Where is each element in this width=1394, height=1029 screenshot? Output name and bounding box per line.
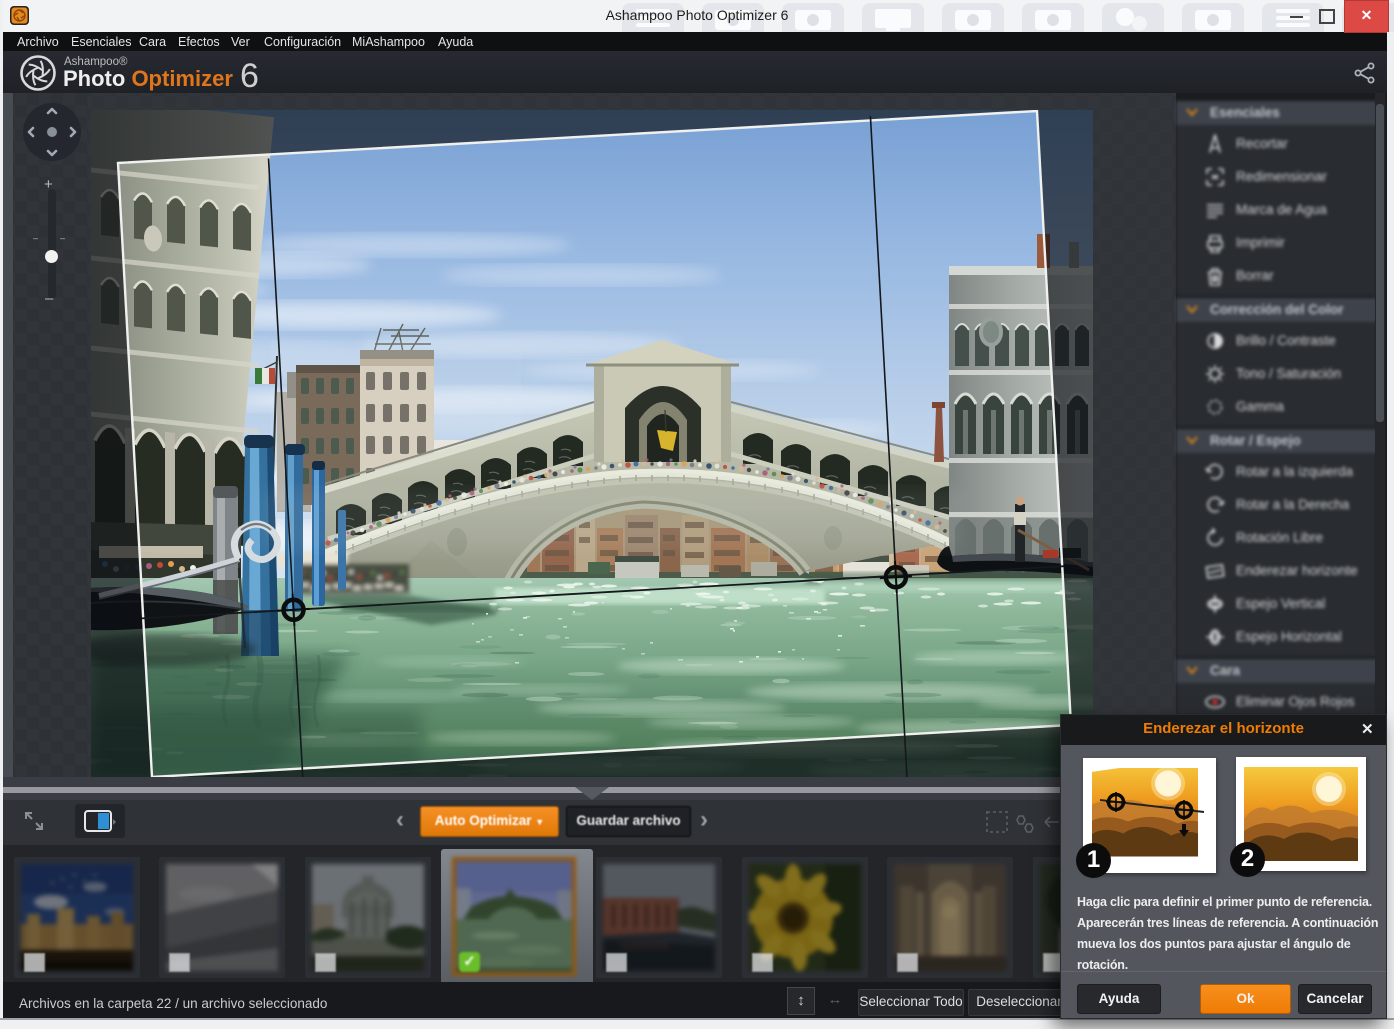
- svg-text:6: 6: [240, 57, 259, 93]
- svg-text:Photo Optimizer: Photo Optimizer: [63, 66, 233, 91]
